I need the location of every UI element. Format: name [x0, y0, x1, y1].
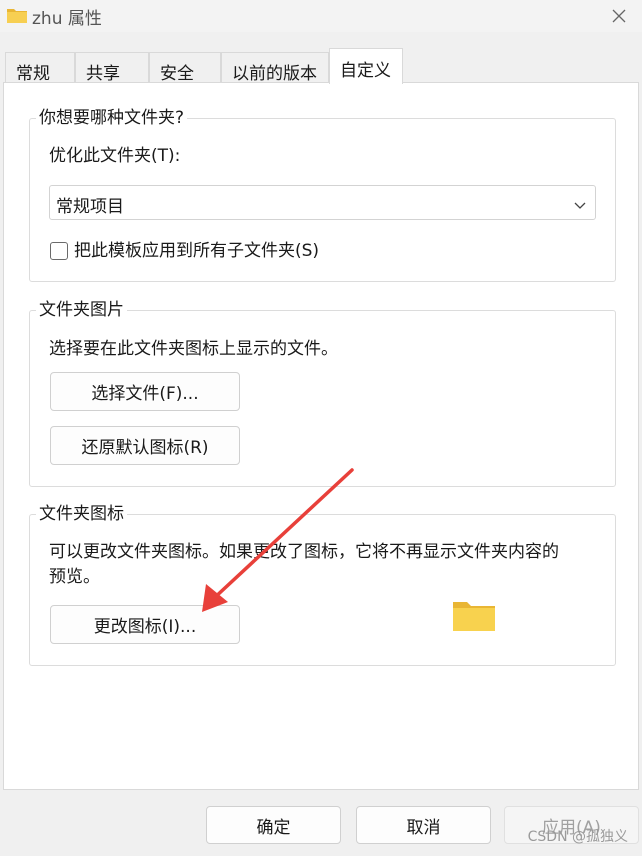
- tab-security[interactable]: 安全: [149, 52, 221, 84]
- window-title: zhu 属性: [32, 9, 102, 29]
- folder-preview-icon: [452, 599, 496, 637]
- optimize-select[interactable]: 常规项目: [49, 185, 596, 220]
- folder-icon-description-line1: 可以更改文件夹图标。如果更改了图标，它将不再显示文件夹内容的: [49, 542, 559, 562]
- optimize-select-value: 常规项目: [56, 197, 124, 217]
- group-title-folder-icon: 文件夹图标: [36, 504, 127, 524]
- close-button[interactable]: [596, 0, 642, 32]
- tab-strip: 常规 共享 安全 以前的版本 自定义: [0, 48, 642, 84]
- optimize-label: 优化此文件夹(T):: [49, 146, 181, 166]
- choose-file-button[interactable]: 选择文件(F)...: [50, 372, 240, 411]
- title-bar: zhu 属性: [0, 0, 642, 32]
- folder-icon: [6, 5, 28, 29]
- tab-customize[interactable]: 自定义: [329, 48, 403, 84]
- watermark-text: CSDN @孤独义: [527, 829, 628, 845]
- restore-default-button[interactable]: 还原默认图标(R): [50, 426, 240, 465]
- tab-sharing[interactable]: 共享: [75, 52, 149, 84]
- tab-previous-versions[interactable]: 以前的版本: [221, 52, 329, 84]
- group-title-folder-picture: 文件夹图片: [36, 300, 127, 320]
- folder-icon-description-line2: 预览。: [49, 567, 100, 587]
- group-folder-icon: 文件夹图标 可以更改文件夹图标。如果更改了图标，它将不再显示文件夹内容的 预览。…: [29, 504, 616, 666]
- group-title-folder-type: 你想要哪种文件夹?: [36, 108, 188, 128]
- folder-picture-description: 选择要在此文件夹图标上显示的文件。: [49, 339, 338, 359]
- change-icon-button[interactable]: 更改图标(I)...: [50, 605, 240, 644]
- tab-panel-customize: 你想要哪种文件夹? 优化此文件夹(T): 常规项目 把此模板应用到所有子文件夹(…: [3, 82, 639, 790]
- group-folder-picture: 文件夹图片 选择要在此文件夹图标上显示的文件。 选择文件(F)... 还原默认图…: [29, 300, 616, 487]
- tab-general[interactable]: 常规: [5, 52, 75, 84]
- close-icon: [612, 9, 626, 23]
- chevron-down-icon: [573, 196, 587, 216]
- cancel-button[interactable]: 取消: [356, 806, 491, 844]
- group-folder-type: 你想要哪种文件夹? 优化此文件夹(T): 常规项目 把此模板应用到所有子文件夹(…: [29, 108, 616, 282]
- ok-button[interactable]: 确定: [206, 806, 341, 844]
- apply-subfolders-label[interactable]: 把此模板应用到所有子文件夹(S): [74, 240, 319, 262]
- apply-subfolders-checkbox[interactable]: [50, 242, 68, 260]
